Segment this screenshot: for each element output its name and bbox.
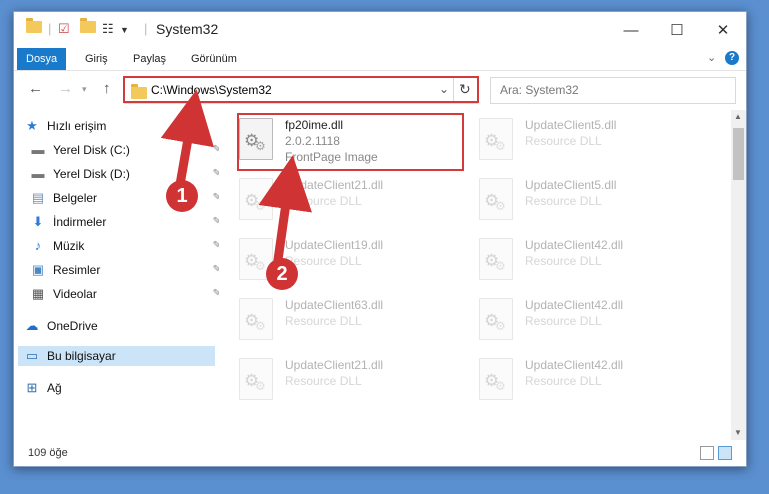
callout-badge-2: 2 xyxy=(266,258,298,290)
explorer-window: | ☑ ☷ ▼ | System32 — ☐ ✕ Dosya Giriş Pay… xyxy=(13,11,747,467)
red-arrows xyxy=(160,89,312,279)
callout-badge-1: 1 xyxy=(166,180,198,212)
